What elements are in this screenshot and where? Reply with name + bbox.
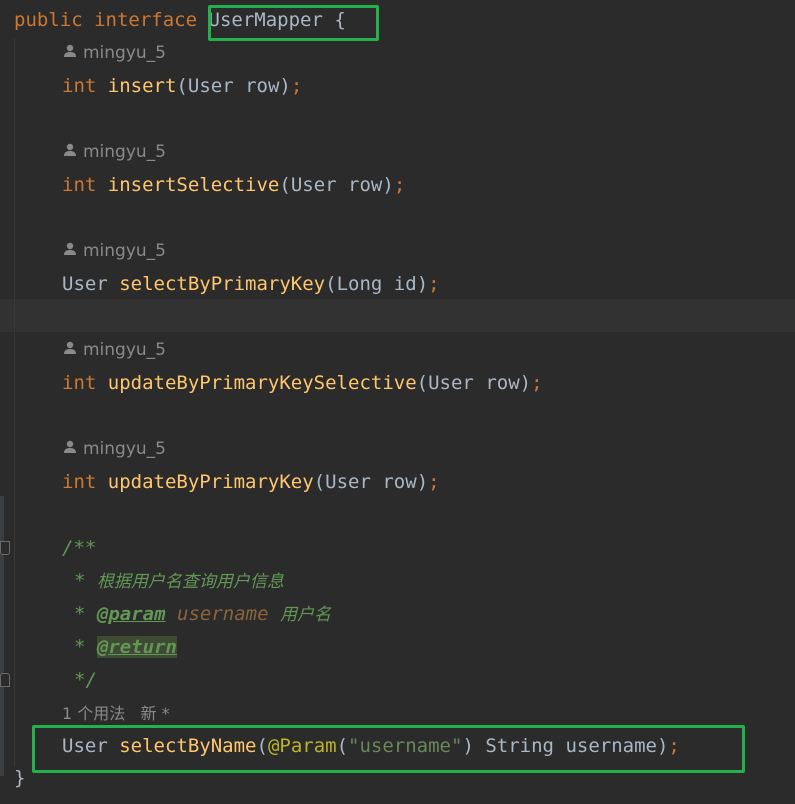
- author-hint[interactable]: mingyu_5: [0, 136, 795, 169]
- code-line-interface-declaration[interactable]: public interface UserMapper {: [0, 4, 795, 37]
- usage-hint-text: 1 个用法 新 *: [62, 704, 170, 723]
- param-type: User: [325, 471, 371, 493]
- javadoc-star: *: [74, 570, 86, 592]
- method-name: insertSelective: [107, 174, 280, 196]
- param-type: Long: [336, 273, 383, 295]
- author-hint[interactable]: mingyu_5: [0, 37, 795, 70]
- close-paren: ): [382, 174, 394, 196]
- method-name: updateByPrimaryKey: [107, 471, 314, 493]
- param-type: User: [187, 75, 234, 97]
- current-line-highlight: [0, 299, 795, 332]
- method-name: insert: [107, 75, 177, 97]
- highlight-box-interface-name: [208, 5, 379, 41]
- javadoc-description-line[interactable]: * 根据用户名查询用户信息: [0, 565, 795, 598]
- author-hint[interactable]: mingyu_5: [0, 433, 795, 466]
- author-hint[interactable]: mingyu_5: [0, 235, 795, 268]
- person-icon: [64, 143, 76, 156]
- keyword-interface: interface: [94, 9, 198, 31]
- param-name: row: [485, 372, 520, 394]
- person-icon: [64, 440, 76, 453]
- code-editor[interactable]: public interface UserMapper { mingyu_5 i…: [0, 0, 795, 804]
- author-name: mingyu_5: [83, 142, 166, 162]
- open-paren: (: [279, 174, 291, 196]
- javadoc-star: *: [74, 636, 86, 658]
- param-type: User: [428, 372, 474, 394]
- semicolon: ;: [290, 75, 303, 97]
- return-type: User: [62, 273, 108, 295]
- javadoc-return-line[interactable]: * @return: [0, 631, 795, 664]
- method-name: updateByPrimaryKeySelective: [107, 372, 417, 394]
- param-name: row: [245, 75, 280, 97]
- author-name: mingyu_5: [83, 340, 166, 360]
- open-paren: (: [313, 471, 326, 493]
- person-icon: [64, 44, 76, 57]
- open-paren: (: [325, 273, 337, 295]
- code-line-insert[interactable]: int insert(User row);: [0, 70, 795, 103]
- return-type: int: [62, 372, 97, 394]
- close-paren: ): [519, 372, 532, 394]
- javadoc-param-line[interactable]: * @param username 用户名: [0, 598, 795, 631]
- semicolon: ;: [531, 372, 543, 394]
- author-name: mingyu_5: [83, 43, 166, 63]
- highlight-box-select-by-name: [32, 725, 745, 773]
- person-icon: [64, 242, 76, 255]
- javadoc-end[interactable]: */: [0, 664, 795, 697]
- semicolon: ;: [428, 273, 440, 295]
- author-name: mingyu_5: [83, 241, 166, 261]
- return-type: int: [62, 174, 97, 196]
- person-icon: [64, 341, 76, 354]
- author-name: mingyu_5: [83, 439, 166, 459]
- author-hint[interactable]: mingyu_5: [0, 334, 795, 367]
- code-line-update-by-primary-key-selective[interactable]: int updateByPrimaryKeySelective(User row…: [0, 367, 795, 400]
- param-name: id: [393, 273, 417, 295]
- close-brace: }: [14, 767, 26, 789]
- close-paren: ): [416, 273, 429, 295]
- javadoc-open: /**: [62, 537, 97, 559]
- code-line-insert-selective[interactable]: int insertSelective(User row);: [0, 169, 795, 202]
- javadoc-close: */: [74, 669, 97, 691]
- javadoc-star: *: [74, 603, 86, 625]
- param-name: row: [348, 174, 383, 196]
- close-paren: ): [279, 75, 291, 97]
- param-name: row: [382, 471, 417, 493]
- return-type: int: [62, 75, 97, 97]
- close-paren: ): [416, 471, 429, 493]
- javadoc-param-tag[interactable]: @param: [97, 603, 166, 625]
- javadoc-description: 根据用户名查询用户信息: [96, 572, 284, 592]
- javadoc-return-tag[interactable]: @return: [96, 636, 177, 658]
- param-type: User: [290, 174, 337, 196]
- open-paren: (: [176, 75, 188, 97]
- keyword-public: public: [14, 9, 83, 31]
- method-name: selectByPrimaryKey: [119, 273, 326, 295]
- semicolon: ;: [393, 174, 406, 196]
- code-line-select-by-primary-key[interactable]: User selectByPrimaryKey(Long id);: [0, 268, 795, 301]
- open-paren: (: [416, 372, 429, 394]
- javadoc-param-name: username: [177, 603, 269, 625]
- javadoc-param-desc: 用户名: [279, 605, 331, 625]
- semicolon: ;: [428, 471, 440, 493]
- code-line-update-by-primary-key[interactable]: int updateByPrimaryKey(User row);: [0, 466, 795, 499]
- return-type: int: [62, 471, 97, 493]
- javadoc-start[interactable]: /**: [0, 532, 795, 565]
